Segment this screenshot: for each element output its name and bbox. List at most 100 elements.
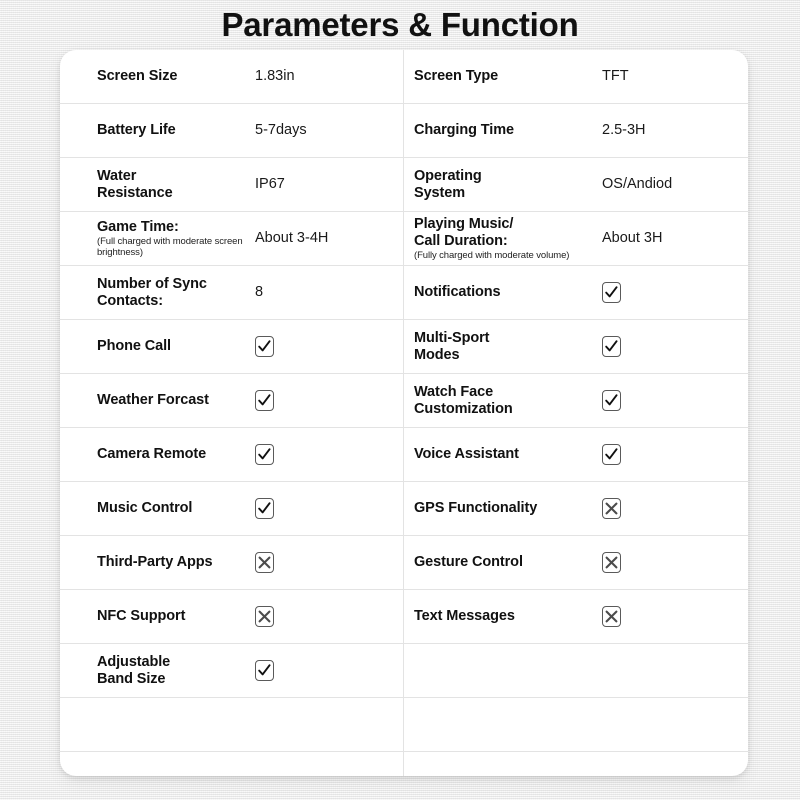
cross-icon[interactable]	[602, 498, 621, 519]
spec-label: Game Time:	[97, 219, 179, 235]
spec-label: Voice Assistant	[414, 446, 519, 462]
spec-cell-right: Operating System OS/Andiod	[404, 158, 748, 211]
spec-label-wrap: Phone Call	[97, 338, 255, 355]
table-row: Weather Forcast Watch Face Customization	[60, 374, 748, 428]
spec-label-wrap: Battery Life	[97, 122, 255, 139]
spec-value: About 3H	[602, 230, 663, 246]
spec-cell-left: Phone Call	[60, 320, 404, 373]
spec-label-wrap: Operating System	[414, 168, 602, 202]
spec-cell-right: Watch Face Customization	[404, 374, 748, 427]
spec-label-wrap: Game Time: (Full charged with moderate sc…	[97, 219, 255, 258]
spec-label: Weather Forcast	[97, 392, 209, 408]
spec-label: Playing Music/Call Duration:	[414, 216, 514, 249]
spec-cell-right: Gesture Control	[404, 536, 748, 589]
spec-cell-left: Music Control	[60, 482, 404, 535]
check-icon[interactable]	[255, 660, 274, 681]
table-row	[60, 752, 748, 776]
table-row: Game Time: (Full charged with moderate sc…	[60, 212, 748, 266]
check-icon[interactable]	[255, 336, 274, 357]
spec-cell-left: Third-Party Apps	[60, 536, 404, 589]
spec-label: Phone Call	[97, 338, 171, 354]
spec-value: IP67	[255, 176, 285, 192]
check-icon[interactable]	[602, 282, 621, 303]
table-row: Number of Sync Contacts: 8 Notifications	[60, 266, 748, 320]
spec-label-wrap: Screen Size	[97, 68, 255, 85]
spec-label: Adjustable Band Size	[97, 653, 171, 687]
spec-value: TFT	[602, 68, 629, 84]
check-icon[interactable]	[602, 390, 621, 411]
spec-label: Camera Remote	[97, 446, 207, 462]
spec-label-wrap: Notifications	[414, 284, 602, 301]
spec-value: 1.83in	[255, 68, 295, 84]
spec-cell-left: Screen Size 1.83in	[60, 50, 404, 103]
spec-label-wrap: Third-Party Apps	[97, 554, 255, 571]
check-icon[interactable]	[602, 336, 621, 357]
spec-label: Water Resistance	[97, 167, 173, 201]
spec-cell-right: Multi-Sport Modes	[404, 320, 748, 373]
spec-label: Number of Sync Contacts:	[97, 275, 207, 309]
check-icon[interactable]	[255, 498, 274, 519]
check-icon[interactable]	[602, 444, 621, 465]
table-row	[60, 698, 748, 752]
spec-label-wrap: Gesture Control	[414, 554, 602, 571]
spec-label-note: (Fully charged with moderate volume)	[414, 250, 570, 261]
spec-label-wrap: Camera Remote	[97, 446, 255, 463]
spec-value: 8	[255, 284, 264, 300]
spec-label: Battery Life	[97, 122, 176, 138]
spec-cell-left: Battery Life 5-7days	[60, 104, 404, 157]
specification-card: Screen Size 1.83in Screen Type TFT Battery L…	[60, 50, 748, 776]
table-row: Adjustable Band Size	[60, 644, 748, 698]
spec-cell-right: Voice Assistant	[404, 428, 748, 481]
spec-cell-right	[404, 752, 748, 776]
table-row: NFC Support Text Messages	[60, 590, 748, 644]
specification-table: Screen Size 1.83in Screen Type TFT Battery L…	[60, 50, 748, 776]
cross-icon[interactable]	[602, 606, 621, 627]
cross-icon[interactable]	[255, 606, 274, 627]
spec-label-wrap: Music Control	[97, 500, 255, 517]
page-title: Parameters & Function	[221, 6, 579, 43]
spec-cell-left: NFC Support	[60, 590, 404, 643]
table-row: Battery Life 5-7days Charging Time 2.5-3H	[60, 104, 748, 158]
spec-cell-right: Text Messages	[404, 590, 748, 643]
table-row: Camera Remote Voice Assistant	[60, 428, 748, 482]
spec-label: Notifications	[414, 284, 501, 300]
spec-cell-left: Game Time: (Full charged with moderate sc…	[60, 212, 404, 265]
check-icon[interactable]	[255, 444, 274, 465]
spec-cell-right: Charging Time 2.5-3H	[404, 104, 748, 157]
spec-label-wrap: Screen Type	[414, 68, 602, 85]
spec-label-wrap: Watch Face Customization	[414, 384, 602, 418]
check-icon[interactable]	[255, 390, 274, 411]
spec-label-note: (Full charged with moderate screen brigh…	[97, 236, 243, 258]
spec-label: Third-Party Apps	[97, 554, 213, 570]
spec-cell-left	[60, 752, 404, 776]
spec-label-wrap: Weather Forcast	[97, 392, 255, 409]
spec-label-wrap: Text Messages	[414, 608, 602, 625]
spec-label: Watch Face Customization	[414, 383, 513, 417]
spec-label-wrap: NFC Support	[97, 608, 255, 625]
cross-icon[interactable]	[602, 552, 621, 573]
spec-label: Charging Time	[414, 122, 514, 138]
spec-label: Music Control	[97, 500, 193, 516]
spec-label-wrap: Voice Assistant	[414, 446, 602, 463]
spec-label-wrap: GPS Functionality	[414, 500, 602, 517]
spec-label: NFC Support	[97, 608, 186, 624]
spec-cell-right	[404, 644, 748, 697]
spec-cell-left	[60, 698, 404, 751]
spec-cell-right: GPS Functionality	[404, 482, 748, 535]
table-row: Third-Party Apps Gesture Control	[60, 536, 748, 590]
spec-label-wrap: Water Resistance	[97, 168, 255, 202]
spec-label-wrap: Multi-Sport Modes	[414, 330, 602, 364]
spec-label: Screen Size	[97, 68, 178, 84]
spec-label: Gesture Control	[414, 554, 523, 570]
spec-label: Screen Type	[414, 68, 499, 84]
table-row: Music Control GPS Functionality	[60, 482, 748, 536]
spec-cell-left: Camera Remote	[60, 428, 404, 481]
spec-value: About 3-4H	[255, 230, 329, 246]
spec-label-wrap: Playing Music/Call Duration: (Fully charg…	[414, 216, 602, 261]
spec-value: 2.5-3H	[602, 122, 646, 138]
cross-icon[interactable]	[255, 552, 274, 573]
spec-label: GPS Functionality	[414, 500, 538, 516]
spec-label: Multi-Sport Modes	[414, 329, 490, 363]
spec-label: Operating System	[414, 167, 482, 201]
spec-label-wrap: Adjustable Band Size	[97, 654, 255, 688]
